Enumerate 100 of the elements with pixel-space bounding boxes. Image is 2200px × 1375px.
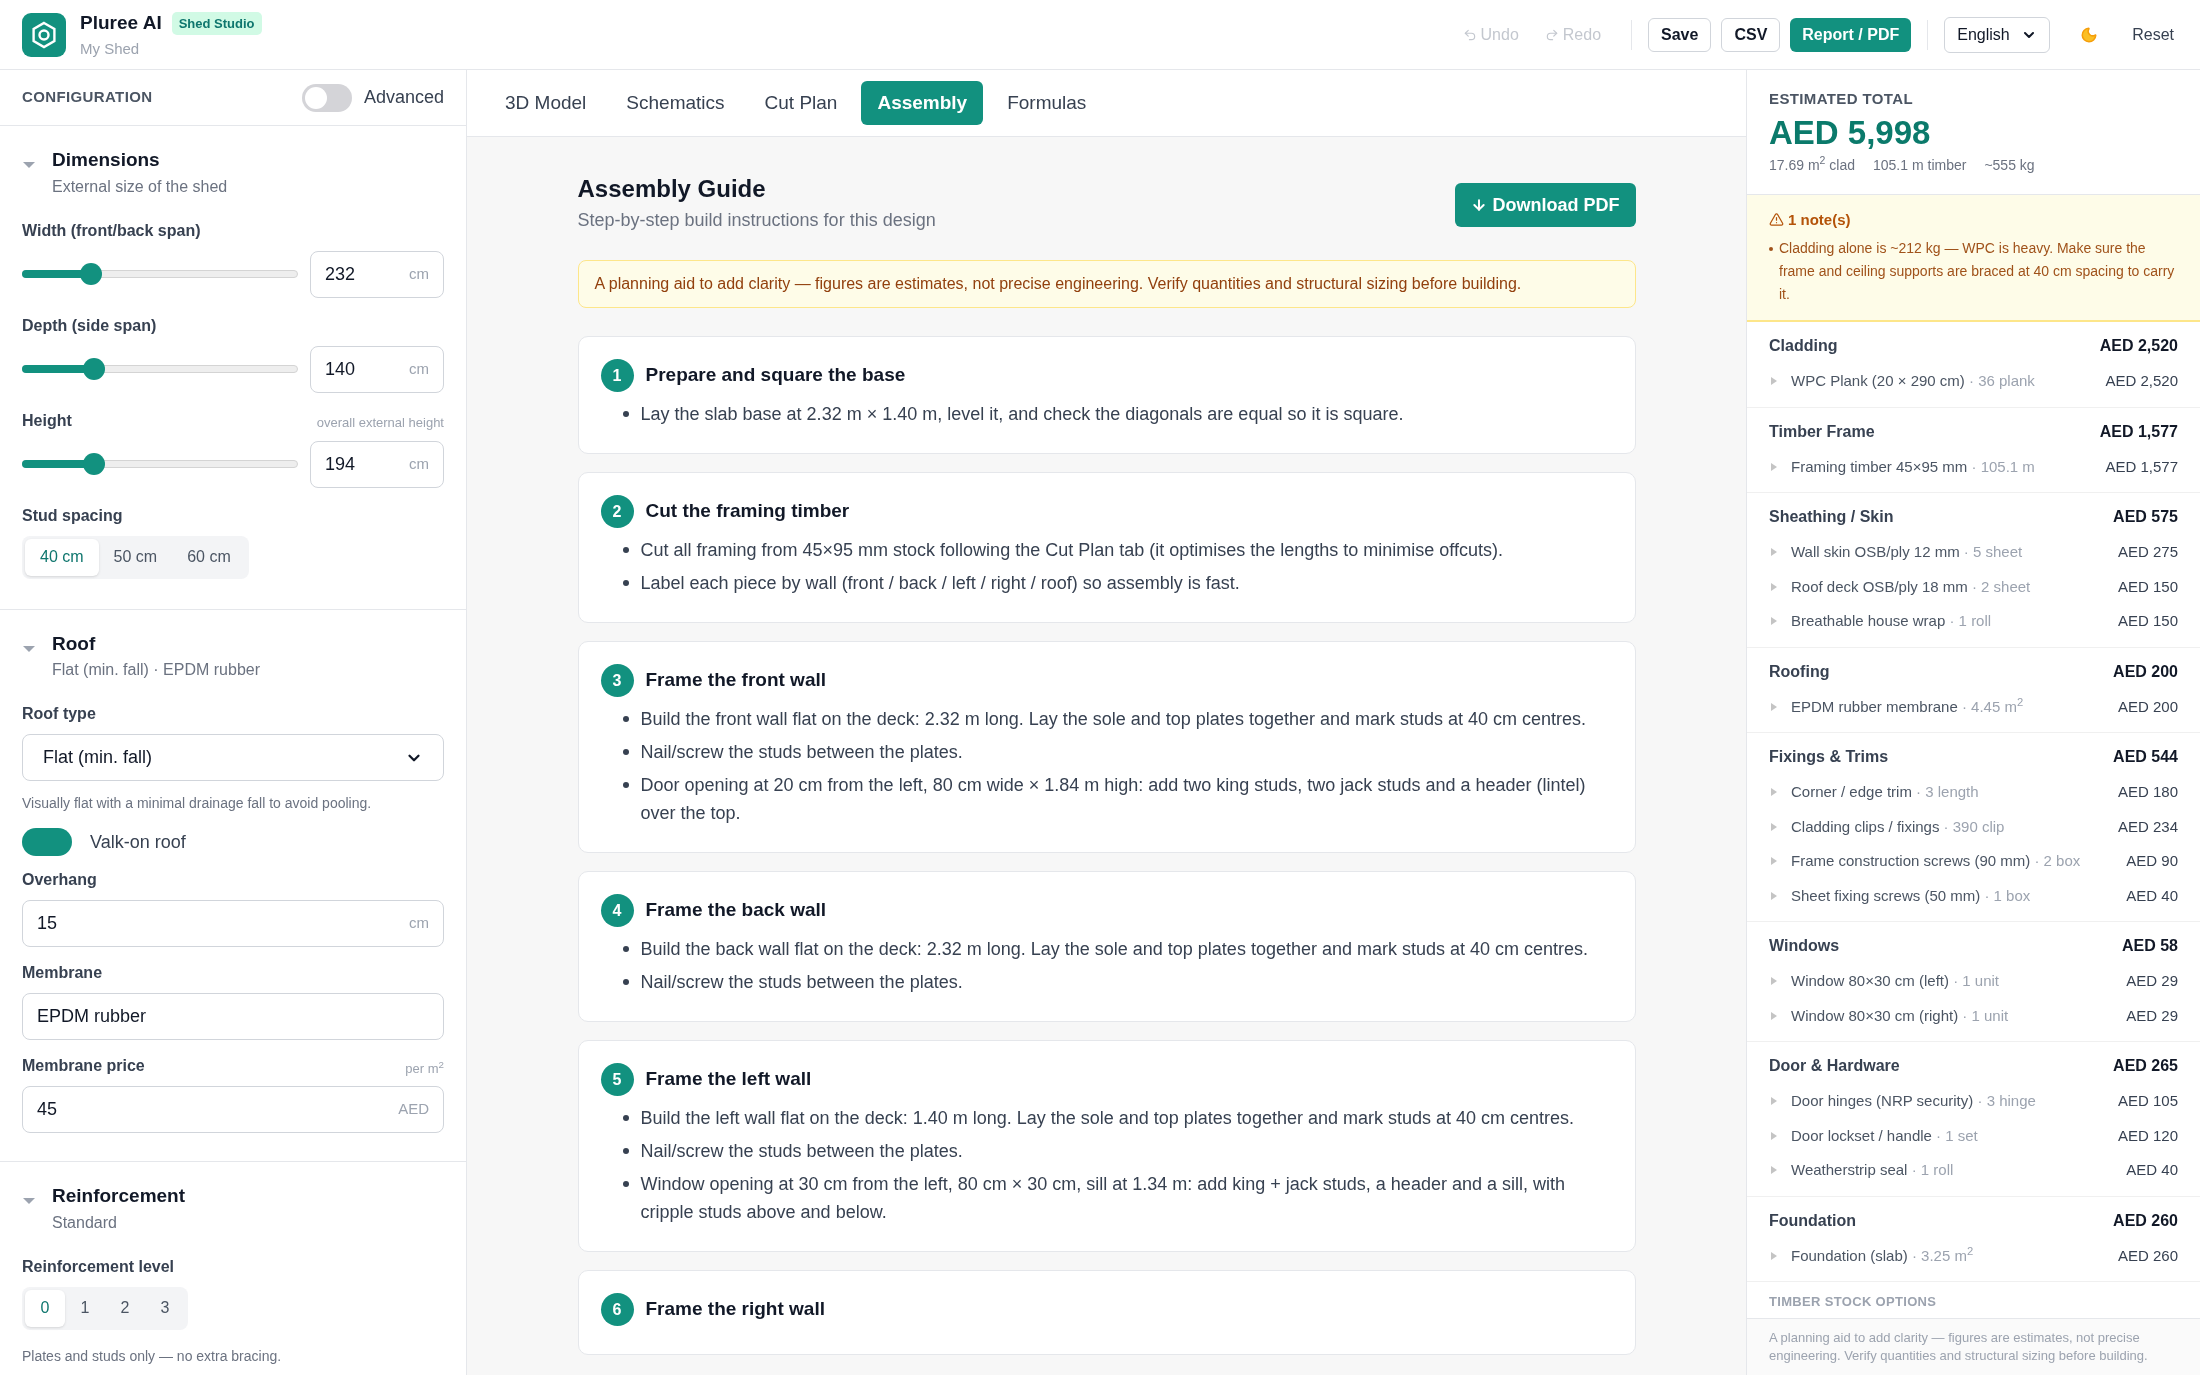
- step-number: 4: [600, 894, 634, 927]
- reset-button[interactable]: Reset: [2128, 22, 2178, 47]
- toggle-switch[interactable]: [22, 828, 72, 856]
- segment-option[interactable]: 3: [145, 1289, 185, 1327]
- expand-caret-icon[interactable]: [1771, 977, 1777, 986]
- expand-caret-icon[interactable]: [1771, 857, 1777, 866]
- text-field[interactable]: EPDM rubber: [22, 993, 444, 1040]
- segment-option[interactable]: 1: [65, 1289, 105, 1327]
- field-hint: per m$^{2}$: [405, 1058, 444, 1078]
- bullet-icon: [622, 946, 629, 952]
- slider-track[interactable]: [22, 358, 298, 380]
- notes-title: 1 note(s): [1788, 209, 1851, 230]
- category-total: AED 2,520: [2099, 336, 2178, 356]
- total-label: ESTIMATED TOTAL: [1769, 89, 1914, 109]
- help-text: Plates and studs only — no extra bracing.: [22, 1346, 283, 1366]
- redo-icon: [1544, 27, 1559, 42]
- number-field[interactable]: 232 cm: [310, 250, 444, 298]
- item-price: AED 120: [2116, 1125, 2178, 1146]
- field-label: Width (front/back span): [22, 220, 201, 241]
- roof-type-select[interactable]: Flat (min. fall): [22, 734, 444, 781]
- step-instruction: Lay the slab base at 2.32 m × 1.40 m, level it, and check the diagonals are equal so it is square.: [640, 403, 1404, 426]
- slider-track[interactable]: [22, 263, 298, 285]
- note-text: Cladding alone is ~212 kg — WPC is heavy. Make sure the frame and ceiling supports are braced at 40 cm spacing to carry it.: [1779, 239, 2176, 304]
- section-subtitle: Standard: [52, 1212, 118, 1233]
- field-label: Reinforcement level: [22, 1256, 175, 1277]
- line-item: Framing timber 45×95 mm · 105.1 m: [1791, 456, 2035, 477]
- expand-caret-icon[interactable]: [1771, 548, 1777, 557]
- category-total: AED 265: [2113, 1056, 2178, 1076]
- moon-icon[interactable]: [2080, 25, 2099, 44]
- category-name: Roofing: [1769, 661, 1830, 682]
- field-label: Depth (side span): [22, 315, 157, 336]
- category-total: AED 58: [2121, 936, 2178, 956]
- download-pdf-button[interactable]: Download PDF: [1454, 183, 1636, 227]
- bullet-icon: [622, 749, 629, 755]
- slider-thumb[interactable]: [82, 358, 105, 380]
- field-label: Height: [22, 410, 72, 431]
- expand-caret-icon[interactable]: [1771, 822, 1777, 831]
- number-field[interactable]: 194 cm: [310, 440, 444, 488]
- expand-caret-icon[interactable]: [1771, 1131, 1777, 1140]
- expand-caret-icon[interactable]: [1771, 582, 1777, 591]
- planning-notice: A planning aid to add clarity — figures are estimates, not precise engineering. Verify quantities and structural sizing before building.: [577, 260, 1636, 308]
- tab[interactable]: Cut Plan: [748, 81, 854, 125]
- text-field[interactable]: 45 AED: [22, 1086, 444, 1133]
- expand-caret-icon[interactable]: [1771, 1166, 1777, 1175]
- expand-caret-icon[interactable]: [1771, 1251, 1777, 1260]
- line-item: Door lockset / handle · 1 set: [1791, 1125, 1978, 1146]
- segment-option[interactable]: 50 cm: [98, 538, 173, 576]
- step-number: 1: [600, 359, 634, 392]
- slider-thumb[interactable]: [79, 263, 102, 285]
- expand-caret-icon[interactable]: [1771, 788, 1777, 797]
- expand-caret-icon[interactable]: [1771, 891, 1777, 900]
- line-item: Door hinges (NRP security) · 3 hinge: [1791, 1091, 2036, 1111]
- item-price: AED 1,577: [2104, 456, 2178, 477]
- step-instruction: Build the front wall flat on the deck: 2.32 m long. Lay the sole and top plates together and mark studs at 40 cm centres.: [640, 708, 1587, 731]
- expand-caret-icon[interactable]: [1771, 702, 1777, 711]
- segment-option[interactable]: 0: [25, 1289, 65, 1327]
- step-instruction: Door opening at 20 cm from the left, 80 cm wide × 1.84 m high: add two king studs, two jack studs and a header (lintel) over the top.: [640, 774, 1587, 825]
- slider-thumb[interactable]: [82, 453, 105, 475]
- toolbar-button[interactable]: Save: [1648, 17, 1712, 52]
- category-name: Sheathing / Skin: [1769, 507, 1894, 527]
- tab[interactable]: Formulas: [991, 81, 1103, 125]
- item-price: AED 275: [2116, 542, 2178, 562]
- item-price: AED 29: [2125, 1005, 2178, 1026]
- collapse-caret-icon[interactable]: [22, 160, 36, 170]
- expand-caret-icon[interactable]: [1771, 1011, 1777, 1020]
- segment-option[interactable]: 2: [105, 1289, 145, 1327]
- category-name: Windows: [1769, 936, 1840, 956]
- tab[interactable]: 3D Model: [489, 81, 603, 125]
- category-name: Door & Hardware: [1769, 1056, 1900, 1076]
- step-title: Frame the right wall: [645, 1297, 825, 1322]
- number-field[interactable]: 140 cm: [310, 345, 444, 393]
- toolbar-button[interactable]: CSV: [1721, 17, 1781, 52]
- toolbar-button[interactable]: Report / PDF: [1790, 17, 1912, 52]
- section-title[interactable]: Reinforcement: [52, 1182, 186, 1211]
- step-title: Prepare and square the base: [645, 363, 906, 388]
- step-instruction: Build the back wall flat on the deck: 2.32 m long. Lay the sole and top plates together and mark studs at 40 cm centres.: [640, 938, 1589, 961]
- expand-caret-icon[interactable]: [1771, 377, 1777, 386]
- tab[interactable]: Assembly: [861, 81, 984, 125]
- segment-option[interactable]: 60 cm: [172, 538, 246, 576]
- section-title[interactable]: Roof: [52, 629, 261, 658]
- item-price: AED 150: [2116, 611, 2178, 631]
- expand-caret-icon[interactable]: [1771, 1097, 1777, 1106]
- toggle-switch[interactable]: [301, 83, 352, 112]
- toggle-label: Valk-on roof: [90, 830, 186, 854]
- segment-option[interactable]: 40 cm: [25, 538, 99, 576]
- collapse-caret-icon[interactable]: [22, 643, 36, 654]
- item-price: AED 234: [2116, 816, 2178, 837]
- line-item: Frame construction screws (90 mm) · 2 box: [1791, 851, 2081, 871]
- expand-caret-icon[interactable]: [1771, 617, 1777, 626]
- collapse-caret-icon[interactable]: [22, 1196, 36, 1206]
- tab[interactable]: Schematics: [610, 81, 741, 125]
- section-title[interactable]: Dimensions: [52, 146, 228, 175]
- total-stat: 17.69 m$^{2}$ clad: [1769, 154, 1855, 175]
- text-field[interactable]: 15 cm: [22, 900, 444, 947]
- expand-caret-icon[interactable]: [1771, 462, 1777, 471]
- bullet-icon: [622, 1115, 629, 1121]
- category-name: Cladding: [1769, 336, 1838, 356]
- line-item: Sheet fixing screws (50 mm) · 1 box: [1791, 885, 2031, 906]
- language-select[interactable]: English: [1944, 16, 2051, 53]
- slider-track[interactable]: [22, 453, 298, 475]
